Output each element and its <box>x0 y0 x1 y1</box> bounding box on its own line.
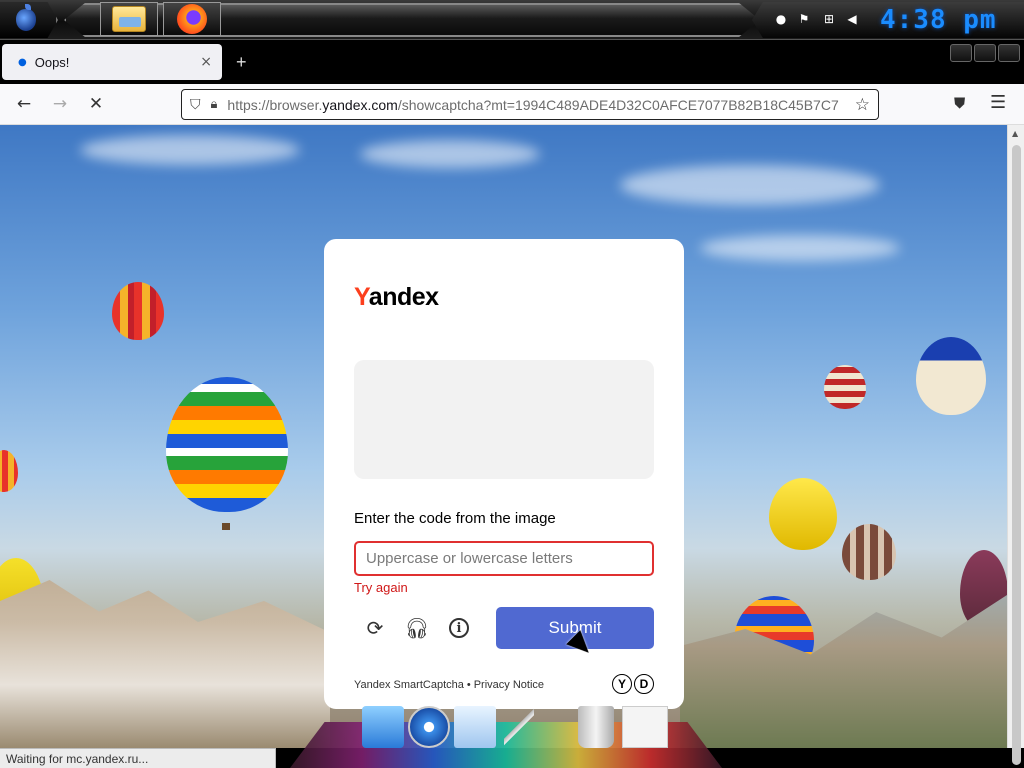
yandex-d-badge-icon: D <box>634 674 654 694</box>
logo-rest: andex <box>368 283 439 311</box>
refresh-icon: ⟳ <box>366 616 384 640</box>
valley-hills <box>680 595 1007 748</box>
status-dot-icon[interactable]: ● <box>774 12 788 26</box>
close-x-icon: ✕ <box>88 94 104 114</box>
apple-logo-icon <box>16 4 36 31</box>
right-arrow-icon: → <box>52 94 68 114</box>
scroll-up-arrow-icon[interactable]: ▲ <box>1012 129 1018 138</box>
dock <box>290 700 722 768</box>
cloud <box>360 140 540 168</box>
hot-air-balloon <box>916 337 986 415</box>
url-host: yandex.com <box>322 96 398 113</box>
yandex-badges: Y D <box>612 674 654 694</box>
dock-mail-icon[interactable] <box>454 706 496 748</box>
url-text[interactable]: https://browser.yandex.com/showcaptcha?m… <box>227 97 848 113</box>
dock-trash-icon[interactable] <box>578 706 614 748</box>
bookmark-star-icon[interactable]: ☆ <box>855 95 870 115</box>
tab-title: Oops! <box>34 54 70 70</box>
hot-air-balloon <box>842 524 896 580</box>
new-tab-button[interactable]: + <box>236 52 247 73</box>
address-bar[interactable]: ⛉ 🔒︎ https://browser.yandex.com/showcapt… <box>181 89 879 120</box>
left-arrow-icon: ← <box>16 94 32 114</box>
shield-icon[interactable]: ⛉ <box>190 97 201 113</box>
taskbar-firefox-button[interactable] <box>163 2 221 36</box>
hot-air-balloon <box>112 282 164 340</box>
info-button[interactable]: i <box>445 614 473 642</box>
yandex-logo: Yandex <box>354 283 439 312</box>
headphones-icon: 🎧︎ <box>404 616 430 640</box>
cloud <box>620 165 880 205</box>
hot-air-balloon <box>0 450 18 492</box>
apple-menu-button[interactable] <box>0 2 58 38</box>
firefox-icon <box>177 4 207 34</box>
captcha-prompt: Enter the code from the image <box>354 510 556 527</box>
error-message: Try again <box>354 580 408 595</box>
pocket-icon[interactable]: ⛊ <box>954 94 965 112</box>
folder-icon <box>112 6 146 32</box>
window-minimize-button[interactable] <box>950 44 972 62</box>
smartcaptcha-link[interactable]: Yandex SmartCaptcha <box>354 679 464 691</box>
yandex-y-badge-icon: Y <box>612 674 632 694</box>
window-maximize-button[interactable] <box>974 44 996 62</box>
hot-air-balloon <box>166 377 288 512</box>
hamburger-menu-icon[interactable]: ☰ <box>990 92 1006 113</box>
back-button[interactable]: ← <box>12 92 36 116</box>
url-prefix: https://browser. <box>227 96 323 113</box>
loading-dot-icon: ● <box>18 56 27 68</box>
vertical-scrollbar[interactable]: ▲ <box>1007 125 1024 765</box>
browser-tab-strip: ● Oops! × + <box>0 40 1024 84</box>
network-icon[interactable]: ⊞ <box>822 12 836 26</box>
scrollbar-thumb[interactable] <box>1012 145 1021 765</box>
system-taskbar: ● ⚑ ⊞ ◀ 4:38 pm <box>0 0 1024 40</box>
info-icon: i <box>449 618 469 638</box>
footer-separator: • <box>466 679 471 691</box>
stop-button[interactable]: ✕ <box>84 92 108 116</box>
system-tray: ● ⚑ ⊞ ◀ 4:38 pm <box>752 2 1024 38</box>
taskbar-file-explorer-button[interactable] <box>100 2 158 36</box>
forward-button[interactable]: → <box>48 92 72 116</box>
hot-air-balloon <box>824 365 866 409</box>
captcha-card: Yandex Enter the code from the image Try… <box>324 239 684 709</box>
cloud <box>80 135 300 165</box>
balloon-basket <box>222 523 230 530</box>
captcha-footer: Yandex SmartCaptcha • Privacy Notice <box>354 679 544 691</box>
url-path: /showcaptcha?mt=1994C489ADE4D32C0AFCE707… <box>397 96 839 113</box>
rocky-hills <box>0 580 330 748</box>
privacy-notice-link[interactable]: Privacy Notice <box>474 679 544 691</box>
captcha-image <box>354 360 654 479</box>
cloud <box>700 235 900 261</box>
window-close-button[interactable] <box>998 44 1020 62</box>
tab-active[interactable]: ● Oops! × <box>2 44 222 80</box>
captcha-code-input[interactable] <box>354 541 654 576</box>
refresh-captcha-button[interactable]: ⟳ <box>361 614 389 642</box>
dock-finder-icon[interactable] <box>362 706 404 748</box>
tab-close-icon[interactable]: × <box>200 54 212 70</box>
volume-muted-icon[interactable]: ◀ <box>845 12 859 26</box>
browser-toolbar: ← → ✕ ⛉ 🔒︎ https://browser.yandex.com/sh… <box>0 84 1024 125</box>
dock-pen-icon[interactable] <box>504 706 534 748</box>
dock-window-icon[interactable] <box>622 706 668 748</box>
dock-safari-compass-icon[interactable] <box>408 706 450 748</box>
status-bar: Waiting for mc.yandex.ru... <box>0 748 276 768</box>
hot-air-balloon <box>769 478 837 550</box>
audio-captcha-button[interactable]: 🎧︎ <box>403 614 431 642</box>
logo-y-letter: Y <box>354 283 369 311</box>
clock[interactable]: 4:38 pm <box>880 5 997 35</box>
lock-icon[interactable]: 🔒︎ <box>211 97 218 112</box>
flag-icon[interactable]: ⚑ <box>797 12 811 26</box>
